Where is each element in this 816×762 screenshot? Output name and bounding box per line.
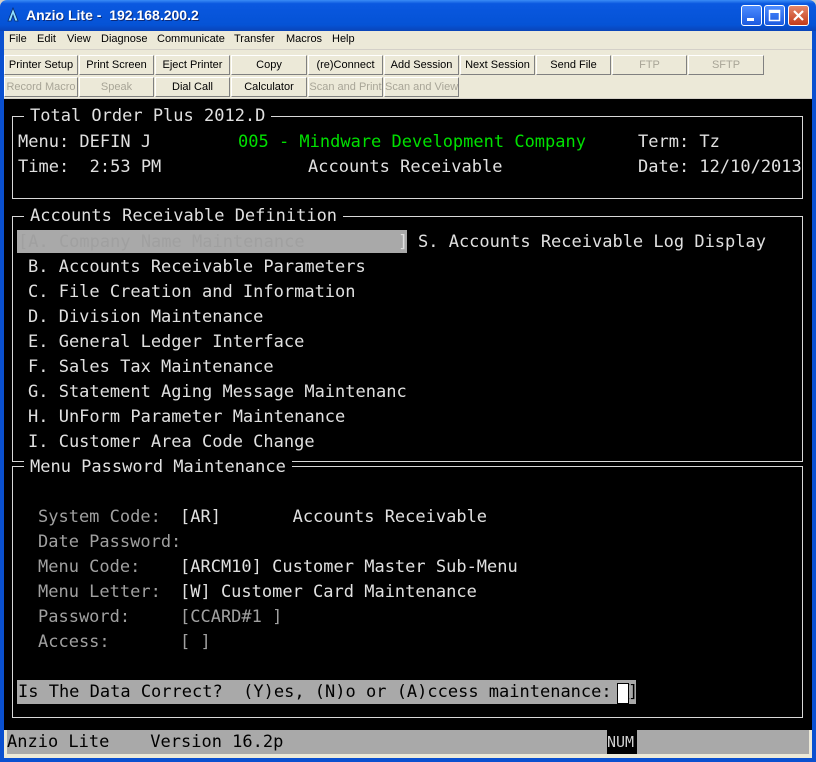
menu-letter-value[interactable]: [W] Customer Card Maintenance — [180, 581, 477, 603]
dial-call-button[interactable]: Dial Call — [155, 77, 230, 97]
password-value[interactable]: [CCARD#1 ] — [180, 606, 282, 628]
scan-and-print-button[interactable]: Scan and Print — [308, 77, 383, 97]
window-title: Anzio Lite - 192.168.200.2 — [26, 7, 199, 23]
print-screen-button[interactable]: Print Screen — [79, 55, 154, 75]
system-code-value[interactable]: [AR] Accounts Receivable — [180, 506, 487, 528]
minimize-button[interactable] — [741, 5, 762, 26]
menu-item-i[interactable]: I. Customer Area Code Change — [28, 431, 315, 453]
access-label: Access: — [38, 632, 110, 652]
scan-and-view-button[interactable]: Scan and View — [384, 77, 459, 97]
menu-view[interactable]: View — [67, 33, 91, 45]
confirm-prompt-close: ] — [628, 682, 639, 702]
status-right-panel — [637, 730, 809, 754]
password-box-title: Menu Password Maintenance — [24, 456, 292, 478]
maximize-icon — [768, 9, 781, 22]
ftp-button[interactable]: FTP — [612, 55, 687, 75]
time-label: Time: 2:53 PM — [18, 157, 162, 177]
status-version: Anzio Lite Version 16.2p — [7, 730, 607, 754]
anzio-lite-icon[interactable] — [6, 6, 20, 23]
date-password-label: Date Password: — [38, 532, 182, 552]
menu-label: Menu: DEFIN J — [18, 132, 152, 152]
terminal-screen[interactable]: Total Order Plus 2012.D Menu: DEFIN J 00… — [4, 99, 812, 730]
sftp-button[interactable]: SFTP — [688, 55, 764, 75]
date-label: Date: 12/10/2013 — [638, 157, 802, 177]
record-macro-button[interactable]: Record Macro — [4, 77, 78, 97]
eject-printer-button[interactable]: Eject Printer — [155, 55, 230, 75]
menu-item-e[interactable]: E. General Ledger Interface — [28, 331, 304, 353]
menu-item-a-close: ] — [398, 232, 409, 252]
speak-button[interactable]: Speak — [79, 77, 154, 97]
confirm-prompt: Is The Data Correct? (Y)es, (N)o or (A)c… — [18, 682, 633, 702]
menu-transfer[interactable]: Transfer — [234, 33, 275, 45]
company-name: 005 - Mindware Development Company — [238, 132, 586, 152]
module-name: Accounts Receivable — [308, 157, 503, 177]
maximize-button[interactable] — [764, 5, 785, 26]
toolbar: Printer Setup Print Screen Eject Printer… — [4, 50, 812, 98]
menu-box-title: Accounts Receivable Definition — [24, 205, 344, 227]
menu-communicate[interactable]: Communicate — [157, 33, 225, 45]
printer-setup-button[interactable]: Printer Setup — [4, 55, 78, 75]
add-session-button[interactable]: Add Session — [384, 55, 459, 75]
menu-item-g[interactable]: G. Statement Aging Message Maintenanc — [28, 381, 407, 403]
menu-letter-label: Menu Letter: — [38, 582, 161, 602]
menu-code-value[interactable]: [ARCM10] Customer Master Sub-Menu — [180, 556, 518, 578]
minimize-icon — [747, 18, 754, 21]
access-value[interactable]: [ ] — [180, 631, 211, 653]
menu-code-label: Menu Code: — [38, 557, 141, 577]
menu-item-s[interactable]: S. Accounts Receivable Log Display — [418, 231, 766, 253]
menu-item-f[interactable]: F. Sales Tax Maintenance — [28, 356, 274, 378]
menu-macros[interactable]: Macros — [286, 33, 322, 45]
menu-file[interactable]: File — [9, 33, 27, 45]
calculator-button[interactable]: Calculator — [231, 77, 307, 97]
menu-item-c[interactable]: C. File Creation and Information — [28, 281, 356, 303]
window-border-right — [812, 31, 816, 762]
menu-bar: File Edit View Diagnose Communicate Tran… — [4, 31, 812, 49]
num-lock-indicator: NUM — [607, 730, 637, 754]
close-icon — [793, 10, 804, 21]
menu-edit[interactable]: Edit — [37, 33, 56, 45]
menu-item-d[interactable]: D. Division Maintenance — [28, 306, 263, 328]
window-border-bottom — [0, 758, 816, 762]
system-code-label: System Code: — [38, 507, 161, 527]
password-label: Password: — [38, 607, 131, 627]
term-label: Term: Tz — [638, 132, 720, 152]
menu-help[interactable]: Help — [332, 33, 355, 45]
header-box-title: Total Order Plus 2012.D — [24, 105, 272, 127]
send-file-button[interactable]: Send File — [536, 55, 611, 75]
status-bar: Anzio Lite Version 16.2p NUM — [4, 730, 812, 758]
menu-item-a[interactable]: [A. Company Name Maintenance — [18, 231, 305, 253]
reconnect-button[interactable]: (re)Connect — [308, 55, 383, 75]
close-button[interactable] — [788, 5, 809, 26]
menu-item-b[interactable]: B. Accounts Receivable Parameters — [28, 256, 366, 278]
title-bar[interactable]: Anzio Lite - 192.168.200.2 — [0, 0, 816, 31]
copy-button[interactable]: Copy — [231, 55, 307, 75]
menu-item-h[interactable]: H. UnForm Parameter Maintenance — [28, 406, 345, 428]
next-session-button[interactable]: Next Session — [460, 55, 535, 75]
menu-diagnose[interactable]: Diagnose — [101, 33, 147, 45]
